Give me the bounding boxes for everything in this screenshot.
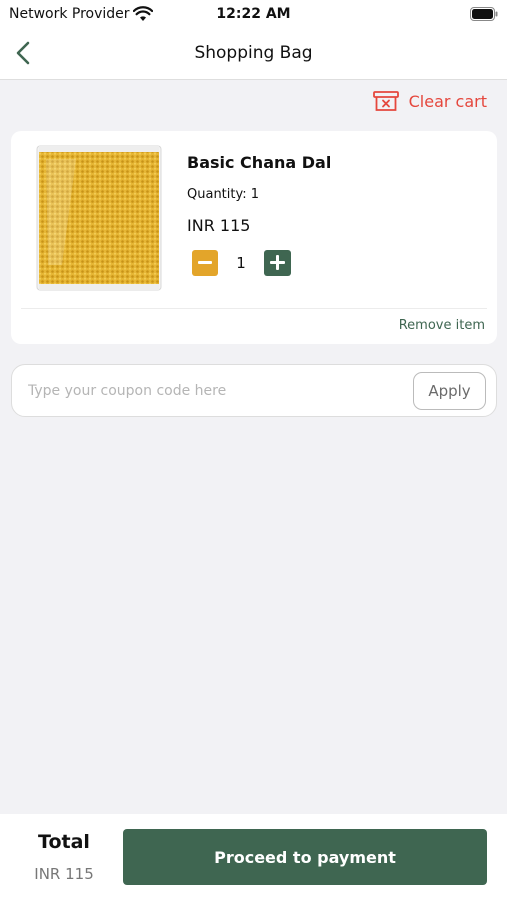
- product-price: INR 115: [187, 216, 251, 235]
- clear-cart-icon: [372, 91, 399, 111]
- clear-cart-label: Clear cart: [408, 91, 487, 111]
- remove-item-link[interactable]: Remove item: [399, 318, 485, 333]
- nav-bar: Shopping Bag: [0, 28, 507, 80]
- total-label: Total: [38, 831, 90, 853]
- product-name: Basic Chana Dal: [187, 153, 332, 172]
- status-bar: Network Provider 12:22 AM: [0, 0, 507, 28]
- increase-quantity-button[interactable]: [264, 250, 291, 276]
- coupon-input[interactable]: [28, 376, 408, 406]
- total-value: INR 115: [34, 865, 94, 883]
- decrease-quantity-button[interactable]: [192, 250, 218, 276]
- quantity-line: Quantity: 1: [187, 187, 259, 202]
- card-divider: [21, 308, 487, 309]
- checkout-footer: Total INR 115 Proceed to payment: [0, 814, 507, 900]
- quantity-label: Quantity:: [187, 187, 247, 202]
- proceed-to-payment-button[interactable]: Proceed to payment: [123, 829, 487, 885]
- coupon-box: Apply: [11, 364, 497, 417]
- product-image: [36, 145, 162, 291]
- page-title: Shopping Bag: [194, 43, 313, 63]
- stepper-value: 1: [236, 254, 246, 272]
- apply-coupon-button[interactable]: Apply: [413, 372, 486, 410]
- clock-time: 12:22 AM: [216, 6, 291, 22]
- clear-cart-button[interactable]: Clear cart: [372, 89, 487, 113]
- cart-item-card: Basic Chana Dal Quantity: 1 INR 115 1 Re…: [11, 131, 497, 344]
- battery-icon: [470, 7, 498, 21]
- quantity-value: 1: [250, 187, 260, 202]
